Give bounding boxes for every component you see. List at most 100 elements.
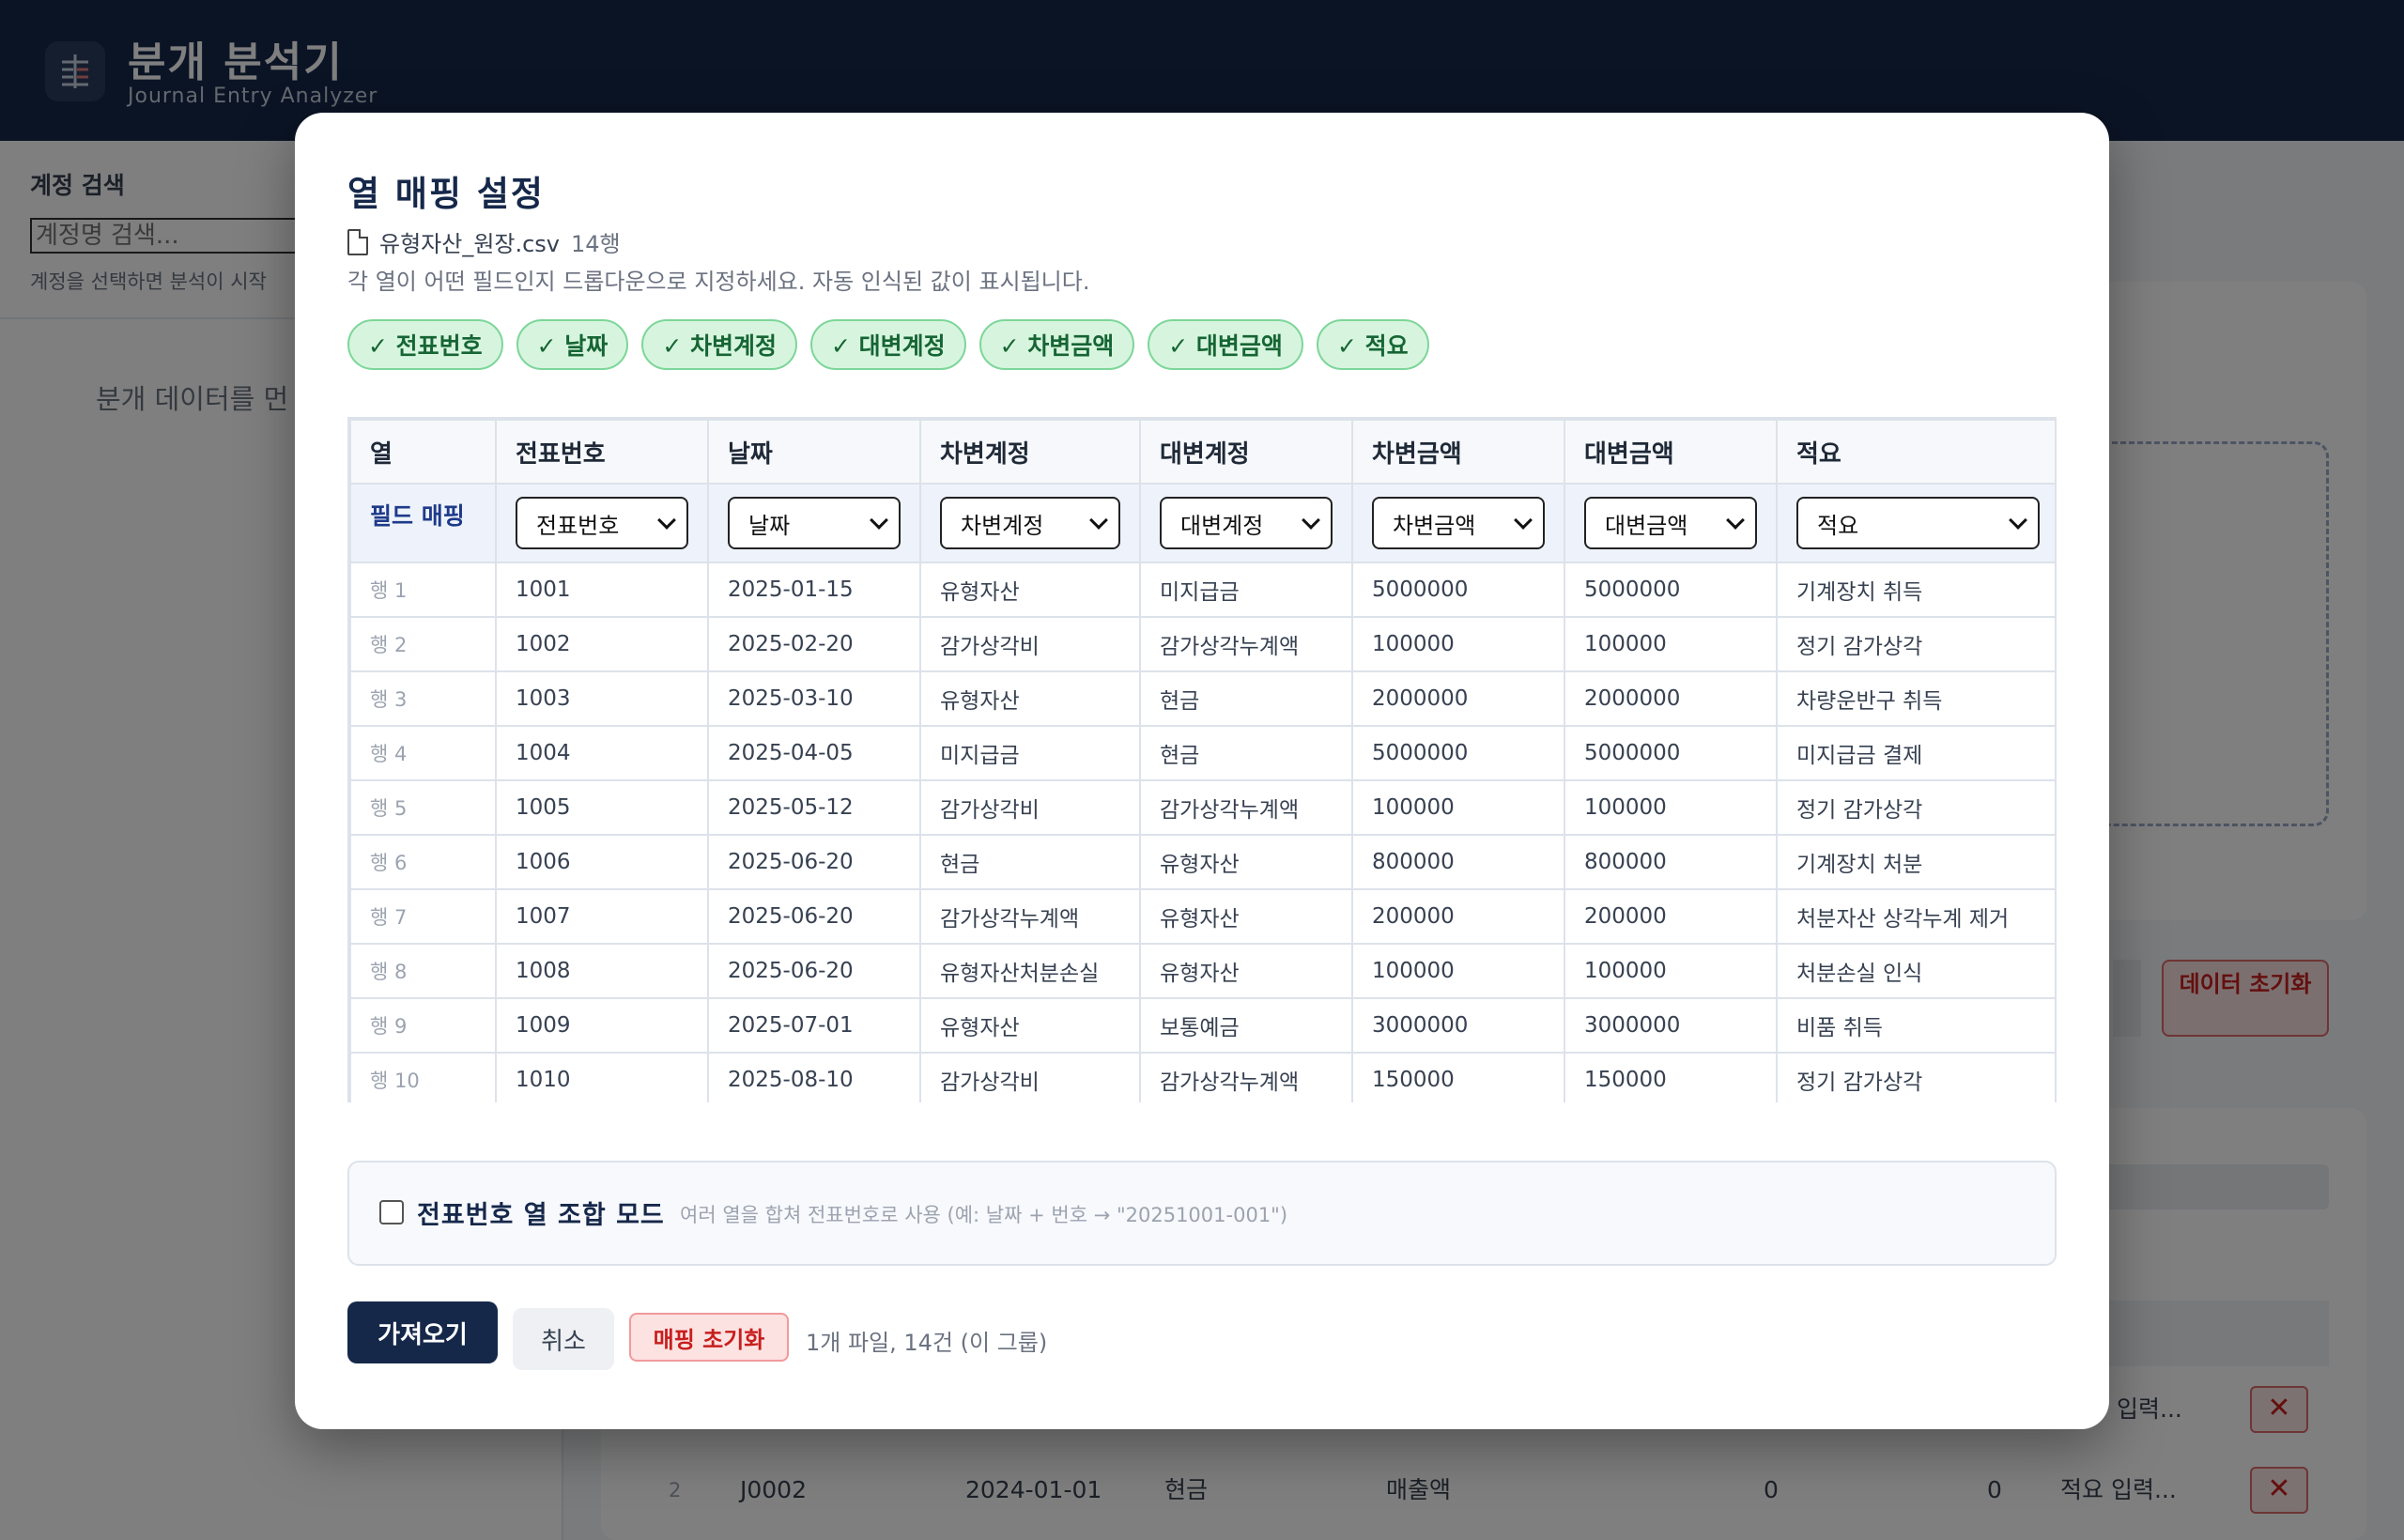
entry-number-cell: 1006 [495, 834, 709, 890]
chevron-down-icon [870, 511, 888, 530]
debit-amount-cell: 100000 [1351, 616, 1565, 672]
date-cell: 2025-06-20 [707, 888, 921, 945]
date-cell: 2025-08-10 [707, 1052, 921, 1102]
row-label: 행 3 [349, 670, 497, 727]
memo-cell: 정기 감가상각 [1776, 616, 2055, 672]
entry-number-cell: 1009 [495, 997, 709, 1054]
entry-number-cell: 1010 [495, 1052, 709, 1102]
field-select[interactable]: 대변계정 [1160, 497, 1333, 549]
entry-number-cell: 1005 [495, 779, 709, 836]
date-cell: 2025-06-20 [707, 834, 921, 890]
row-label: 행 4 [349, 725, 497, 781]
field-select-value: 전표번호 [536, 512, 620, 539]
field-mapping-row: 필드 매핑 전표번호 날짜 차변계정 대변계정 차변금액 대변금액 적요 [349, 483, 2055, 563]
debit-account-cell: 감가상각누계액 [919, 888, 1141, 945]
table-row: 행 6 1006 2025-06-20 현금 유형자산 800000 800000 기계장치 … [349, 834, 2055, 890]
mapping-instruction: 각 열이 어떤 필드인지 드롭다운으로 지정하세요. 자동 인식된 값이 표시됩… [347, 269, 1090, 295]
column-header: 대변금액 [1564, 419, 1778, 485]
file-info: 유형자산_원장.csv 14행 [347, 225, 621, 258]
field-select[interactable]: 대변금액 [1584, 497, 1757, 549]
credit-amount-cell: 100000 [1564, 779, 1778, 836]
memo-cell: 처분자산 상각누계 제거 [1776, 888, 2055, 945]
chevron-down-icon [1089, 511, 1108, 530]
mapping-table: 열 전표번호 날짜 차변계정 대변계정 차변금액 대변금액 적요 필드 매핑 전… [349, 419, 2055, 1102]
table-row: 행 1 1001 2025-01-15 유형자산 미지급금 5000000 5000000 기… [349, 562, 2055, 618]
chip-debit-amount: ✓ 차변금액 [979, 319, 1135, 370]
date-cell: 2025-04-05 [707, 725, 921, 781]
credit-amount-cell: 800000 [1564, 834, 1778, 890]
credit-account-cell: 감가상각누계액 [1139, 1052, 1353, 1102]
chip-entry-number: ✓ 전표번호 [347, 319, 503, 370]
column-mapping-modal: 열 매핑 설정 유형자산_원장.csv 14행 각 열이 어떤 필드인지 드롭다… [295, 113, 2109, 1429]
combine-mode-checkbox[interactable] [379, 1200, 404, 1224]
field-select[interactable]: 전표번호 [516, 497, 688, 549]
mapping-table-scroll[interactable]: 열 전표번호 날짜 차변계정 대변계정 차변금액 대변금액 적요 필드 매핑 전… [347, 417, 2057, 1102]
row-label: 행 5 [349, 779, 497, 836]
chip-date: ✓ 날짜 [516, 319, 629, 370]
credit-amount-cell: 150000 [1564, 1052, 1778, 1102]
field-select-value: 대변금액 [1605, 512, 1688, 539]
entry-number-cell: 1001 [495, 562, 709, 618]
credit-amount-cell: 100000 [1564, 616, 1778, 672]
memo-cell: 처분손실 인식 [1776, 943, 2055, 999]
debit-account-cell: 유형자산처분손실 [919, 943, 1141, 999]
date-cell: 2025-01-15 [707, 562, 921, 618]
date-cell: 2025-05-12 [707, 779, 921, 836]
import-button[interactable]: 가져오기 [347, 1301, 498, 1363]
combine-mode-description: 여러 열을 합쳐 전표번호로 사용 (예: 날짜 + 번호 → "2025100… [680, 1204, 1288, 1226]
entry-number-cell: 1004 [495, 725, 709, 781]
table-row: 행 3 1003 2025-03-10 유형자산 현금 2000000 2000000 차량운… [349, 670, 2055, 727]
detected-field-chips: ✓ 전표번호 ✓ 날짜 ✓ 차변계정 ✓ 대변계정 ✓ 차변금액 ✓ 대변금액 … [347, 319, 1429, 370]
chevron-down-icon [1726, 511, 1745, 530]
debit-account-cell: 유형자산 [919, 670, 1141, 727]
date-cell: 2025-06-20 [707, 943, 921, 999]
credit-account-cell: 유형자산 [1139, 943, 1353, 999]
row-label: 행 7 [349, 888, 497, 945]
entry-number-cell: 1003 [495, 670, 709, 727]
row-label: 행 9 [349, 997, 497, 1054]
field-select-value: 차변계정 [961, 512, 1044, 539]
reset-mapping-button[interactable]: 매핑 초기화 [629, 1313, 789, 1362]
cancel-button[interactable]: 취소 [513, 1308, 614, 1370]
field-select[interactable]: 적요 [1796, 497, 2040, 549]
field-select[interactable]: 날짜 [728, 497, 901, 549]
credit-amount-cell: 200000 [1564, 888, 1778, 945]
debit-account-cell: 현금 [919, 834, 1141, 890]
debit-amount-cell: 150000 [1351, 1052, 1565, 1102]
combine-mode-panel: 전표번호 열 조합 모드 여러 열을 합쳐 전표번호로 사용 (예: 날짜 + … [347, 1161, 2057, 1266]
chip-memo: ✓ 적요 [1316, 319, 1429, 370]
column-header: 열 [349, 419, 497, 485]
field-select[interactable]: 차변금액 [1372, 497, 1545, 549]
date-cell: 2025-07-01 [707, 997, 921, 1054]
credit-amount-cell: 100000 [1564, 943, 1778, 999]
credit-amount-cell: 5000000 [1564, 562, 1778, 618]
table-row: 행 5 1005 2025-05-12 감가상각비 감가상각누계액 100000 10000… [349, 779, 2055, 836]
entry-number-cell: 1002 [495, 616, 709, 672]
memo-cell: 미지급금 결제 [1776, 725, 2055, 781]
row-label: 행 6 [349, 834, 497, 890]
credit-account-cell: 감가상각누계액 [1139, 616, 1353, 672]
table-header-row: 열 전표번호 날짜 차변계정 대변계정 차변금액 대변금액 적요 [349, 419, 2055, 485]
field-select[interactable]: 차변계정 [940, 497, 1120, 549]
row-label: 행 10 [349, 1052, 497, 1102]
file-icon [347, 228, 368, 255]
file-row-count: 14행 [571, 231, 621, 257]
memo-cell: 비품 취득 [1776, 997, 2055, 1054]
memo-cell: 정기 감가상각 [1776, 779, 2055, 836]
memo-cell: 정기 감가상각 [1776, 1052, 2055, 1102]
credit-account-cell: 보통예금 [1139, 997, 1353, 1054]
table-row: 행 10 1010 2025-08-10 감가상각비 감가상각누계액 150000 1500… [349, 1052, 2055, 1102]
modal-title: 열 매핑 설정 [347, 174, 545, 214]
debit-amount-cell: 100000 [1351, 779, 1565, 836]
memo-cell: 기계장치 취득 [1776, 562, 2055, 618]
table-row: 행 9 1009 2025-07-01 유형자산 보통예금 3000000 3000000 비… [349, 997, 2055, 1054]
credit-account-cell: 감가상각누계액 [1139, 779, 1353, 836]
table-row: 행 2 1002 2025-02-20 감가상각비 감가상각누계액 100000 10000… [349, 616, 2055, 672]
debit-amount-cell: 200000 [1351, 888, 1565, 945]
combine-mode-label[interactable]: 전표번호 열 조합 모드 [417, 1194, 665, 1231]
row-label: 행 8 [349, 943, 497, 999]
debit-account-cell: 감가상각비 [919, 779, 1141, 836]
chevron-down-icon [1514, 511, 1533, 530]
credit-amount-cell: 5000000 [1564, 725, 1778, 781]
credit-amount-cell: 3000000 [1564, 997, 1778, 1054]
